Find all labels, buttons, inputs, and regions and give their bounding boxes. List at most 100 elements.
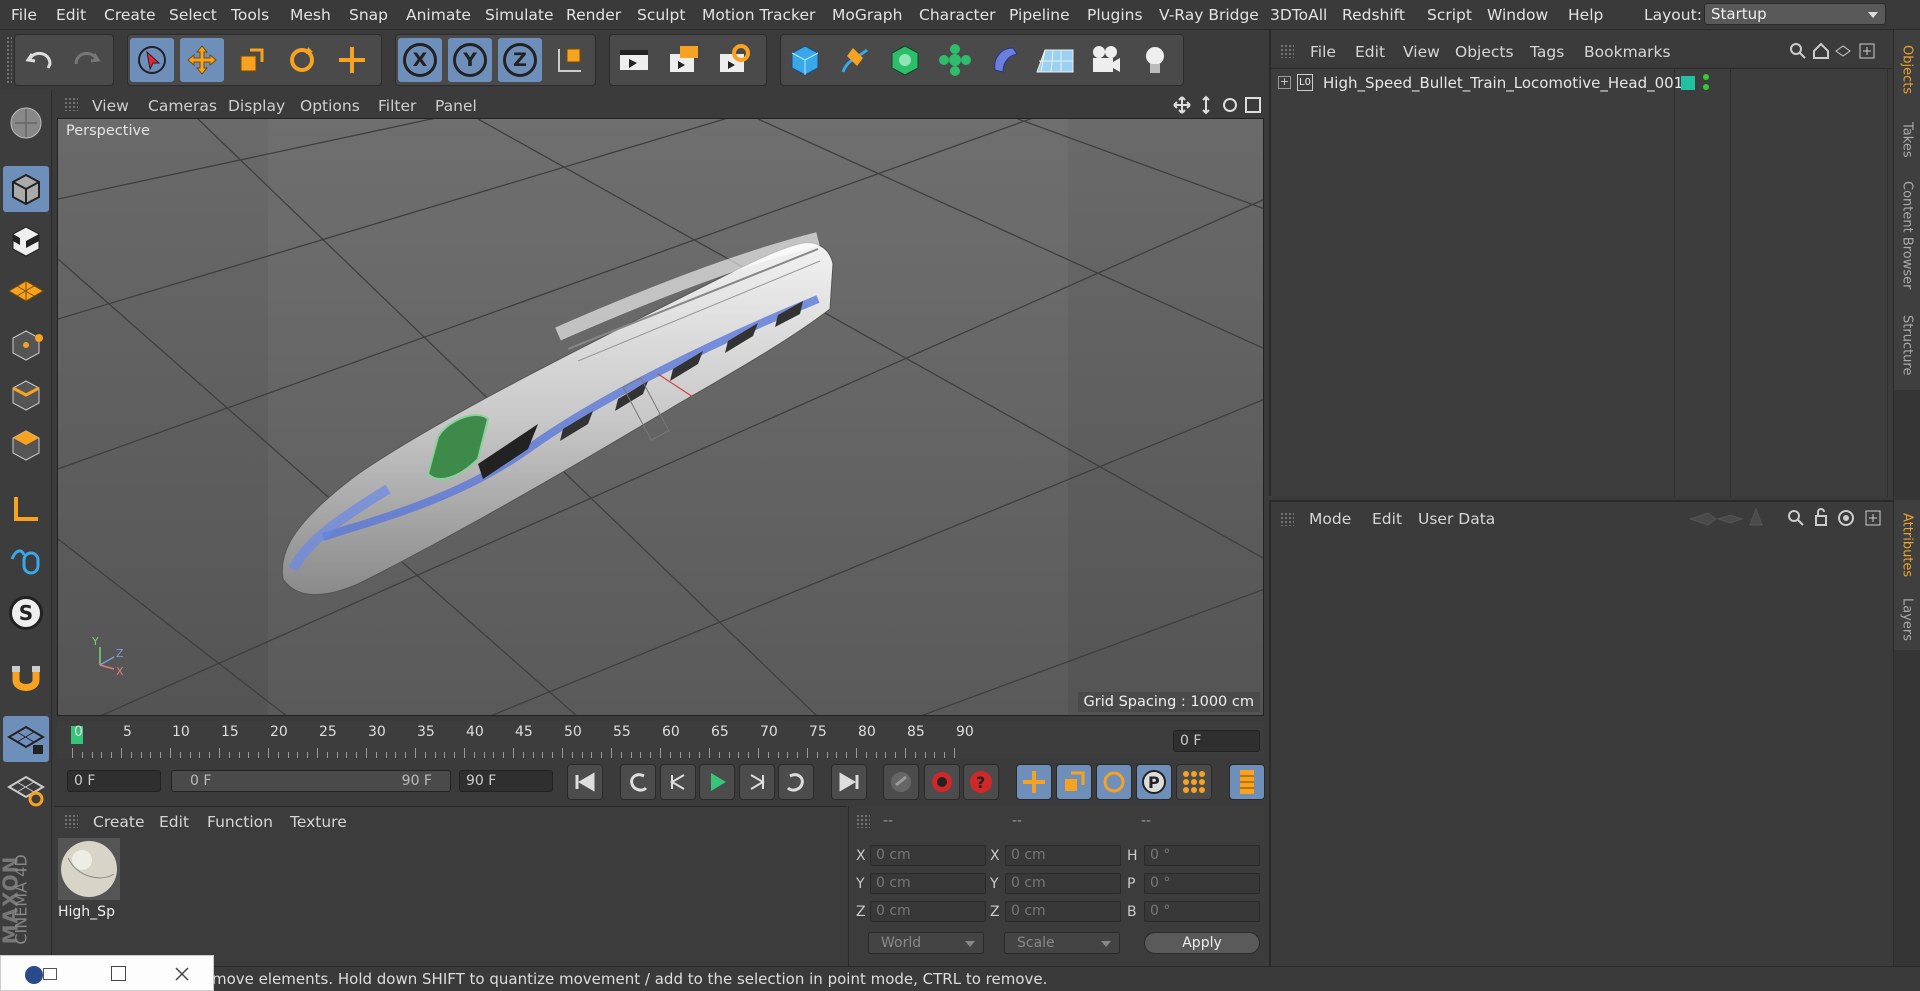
coord-system-dropdown[interactable]: World <box>868 932 984 954</box>
maximize-window-icon[interactable] <box>111 966 126 981</box>
select-tool-icon[interactable] <box>130 38 174 82</box>
render-view-icon[interactable] <box>612 38 656 82</box>
texture-mode-icon[interactable] <box>3 218 49 264</box>
objects-new-panel-icon[interactable] <box>1860 41 1878 61</box>
menu-tools[interactable]: Tools <box>231 6 269 24</box>
light-icon[interactable] <box>1133 38 1177 82</box>
frame-range-slider[interactable]: 0 F 90 F <box>171 770 451 792</box>
render-settings-icon[interactable] <box>712 38 756 82</box>
menu-help[interactable]: Help <box>1568 6 1603 24</box>
render-visibility-dot[interactable] <box>1703 84 1709 90</box>
tab-takes[interactable]: Takes <box>1893 110 1920 170</box>
size-y-field[interactable]: 0 cm <box>1005 873 1121 894</box>
autokeying-icon[interactable] <box>924 764 960 800</box>
menu-render[interactable]: Render <box>566 6 621 24</box>
editor-visibility-dot[interactable] <box>1703 74 1709 80</box>
cinema4d-app-icon[interactable] <box>25 966 43 984</box>
pos-x-field[interactable]: 0 cm <box>870 845 986 866</box>
x-axis-lock-button[interactable]: X <box>398 38 442 82</box>
perspective-viewport[interactable]: Perspective Y Z X Grid Spacing : 1000 cm <box>57 118 1264 716</box>
objects-menu-objects[interactable]: Objects <box>1455 43 1514 61</box>
objects-menu-bookmarks[interactable]: Bookmarks <box>1584 43 1671 61</box>
tab-layers[interactable]: Layers <box>1893 590 1920 650</box>
render-picture-viewer-icon[interactable] <box>662 38 706 82</box>
menu-mograph[interactable]: MoGraph <box>832 6 902 24</box>
previous-frame-icon[interactable] <box>660 764 696 800</box>
pen-spline-icon[interactable] <box>833 38 877 82</box>
viewport-menu-display[interactable]: Display <box>228 97 285 115</box>
floor-icon[interactable] <box>1033 38 1077 82</box>
model-mode-icon[interactable] <box>3 166 49 212</box>
deformer-icon[interactable] <box>983 38 1027 82</box>
key-parameter-icon[interactable]: P <box>1136 764 1172 800</box>
key-scale-icon[interactable] <box>1056 764 1092 800</box>
start-frame-field[interactable]: 0 F <box>67 770 161 792</box>
menu-plugins[interactable]: Plugins <box>1087 6 1143 24</box>
object-row[interactable]: + L0 High_Speed_Bullet_Train_Locomotive_… <box>1271 72 1889 96</box>
menu-pipeline[interactable]: Pipeline <box>1009 6 1070 24</box>
tab-attributes[interactable]: Attributes <box>1893 500 1920 590</box>
rot-p-field[interactable]: 0 ° <box>1144 873 1260 894</box>
material-menu-create[interactable]: Create <box>93 813 145 831</box>
menu-window[interactable]: Window <box>1487 6 1548 24</box>
current-frame-field[interactable]: 0 F <box>1173 730 1260 752</box>
size-z-field[interactable]: 0 cm <box>1005 901 1121 922</box>
objects-back-icon[interactable] <box>1836 41 1854 61</box>
menu-create[interactable]: Create <box>104 6 156 24</box>
go-to-start-icon[interactable] <box>567 764 603 800</box>
transform-tool-icon[interactable] <box>330 38 374 82</box>
move-tool-icon[interactable] <box>180 38 224 82</box>
menu-script[interactable]: Script <box>1427 6 1472 24</box>
edges-mode-icon[interactable] <box>3 372 49 418</box>
timeline-ruler[interactable]: 0 5 10 15 20 25 30 35 40 45 50 55 60 65 70 75 80 85 90 0 F <box>57 721 1264 758</box>
coordinate-system-icon[interactable] <box>548 38 592 82</box>
rot-b-field[interactable]: 0 ° <box>1144 901 1260 922</box>
scale-tool-icon[interactable] <box>230 38 274 82</box>
attributes-lock-icon[interactable] <box>1814 507 1832 529</box>
material-tag-icon[interactable] <box>1681 76 1695 90</box>
polygons-mode-icon[interactable] <box>3 422 49 468</box>
viewport-menu-filter[interactable]: Filter <box>378 97 416 115</box>
play-forward-icon[interactable] <box>699 764 735 800</box>
axis-mode-icon[interactable] <box>3 486 49 532</box>
menu-snap[interactable]: Snap <box>349 6 388 24</box>
menu-file[interactable]: File <box>11 6 37 24</box>
menu-3dtoall[interactable]: 3DToAll <box>1270 6 1327 24</box>
viewport-rotate-icon[interactable] <box>1218 95 1238 115</box>
menu-sculpt[interactable]: Sculpt <box>637 6 685 24</box>
cube-icon[interactable] <box>783 38 827 82</box>
attributes-search-icon[interactable] <box>1790 507 1810 529</box>
make-editable-icon[interactable] <box>3 100 49 146</box>
attributes-menu-mode[interactable]: Mode <box>1309 510 1351 528</box>
apply-button[interactable]: Apply <box>1144 932 1260 954</box>
record-keys-icon[interactable] <box>883 764 919 800</box>
expand-plus-icon[interactable]: + <box>1278 76 1291 89</box>
viewport-menu-options[interactable]: Options <box>300 97 360 115</box>
viewport-maximize-icon[interactable] <box>1242 95 1262 115</box>
layout-dropdown[interactable]: Startup <box>1704 3 1886 25</box>
tweak-mode-icon[interactable] <box>3 536 49 582</box>
key-rotation-icon[interactable] <box>1096 764 1132 800</box>
menu-edit[interactable]: Edit <box>56 6 86 24</box>
key-pla-icon[interactable] <box>1176 764 1212 800</box>
size-x-field[interactable]: 0 cm <box>1005 845 1121 866</box>
tab-structure[interactable]: Structure <box>1893 300 1920 390</box>
solo-mode-icon[interactable]: S <box>3 590 49 636</box>
viewport-menu-view[interactable]: View <box>92 97 129 115</box>
go-to-end-icon[interactable] <box>831 764 867 800</box>
material-menu-function[interactable]: Function <box>207 813 273 831</box>
snap-magnet-icon[interactable] <box>3 655 49 701</box>
restore-window-icon[interactable] <box>43 968 57 980</box>
size-mode-dropdown[interactable]: Scale <box>1004 932 1120 954</box>
object-name[interactable]: High_Speed_Bullet_Train_Locomotive_Head_… <box>1323 74 1683 92</box>
objects-menu-edit[interactable]: Edit <box>1355 43 1385 61</box>
workplane-icon[interactable] <box>3 268 49 314</box>
rotate-tool-icon[interactable] <box>280 38 324 82</box>
attributes-menu-grip[interactable] <box>1280 512 1294 526</box>
camera-icon[interactable] <box>1083 38 1127 82</box>
menu-mesh[interactable]: Mesh <box>290 6 331 24</box>
end-frame-field[interactable]: 90 F <box>459 770 553 792</box>
attributes-menu-user-data[interactable]: User Data <box>1418 510 1495 528</box>
viewport-menu-grip[interactable] <box>64 97 78 111</box>
objects-menu-grip[interactable] <box>1280 44 1294 58</box>
